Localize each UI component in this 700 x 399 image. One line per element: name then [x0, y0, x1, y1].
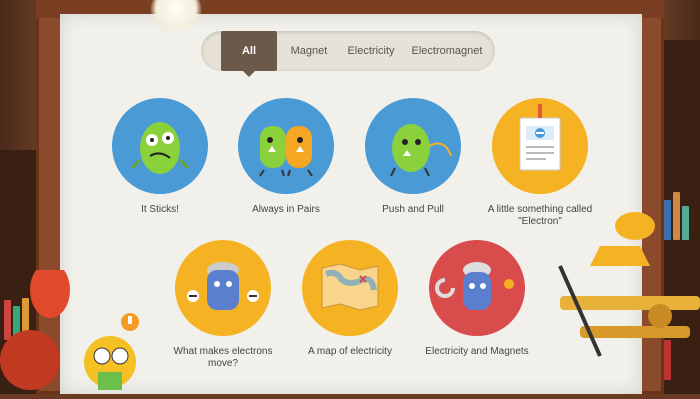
topic-map-of-electricity[interactable]: A map of electricity — [295, 240, 405, 358]
tab-all[interactable]: All — [221, 31, 277, 77]
battery-character-icon — [175, 240, 271, 336]
green-germ-sticky-icon — [112, 98, 208, 194]
map-icon — [302, 240, 398, 336]
topic-label: Always in Pairs — [252, 204, 320, 215]
category-tabs: All Magnet Electricity Electromagnet — [201, 31, 495, 77]
tab-electricity[interactable]: Electricity — [341, 41, 401, 61]
airplane-lamp-decoration-icon — [540, 206, 700, 394]
topic-always-in-pairs[interactable]: Always in Pairs — [231, 98, 341, 216]
magnet-character-icon — [429, 240, 525, 336]
tab-electromagnet[interactable]: Electromagnet — [407, 41, 487, 61]
topic-label: Electricity and Magnets — [425, 346, 529, 357]
topic-label: It Sticks! — [141, 204, 179, 215]
topic-it-sticks[interactable]: It Sticks! — [105, 98, 215, 216]
tab-magnet[interactable]: Magnet — [285, 41, 333, 61]
electron-poster-icon — [492, 98, 588, 194]
topic-label: Push and Pull — [382, 204, 444, 215]
topic-label: What makes electrons move? — [173, 346, 273, 369]
paired-characters-icon — [238, 98, 334, 194]
topic-what-makes-electrons-move[interactable]: What makes electrons move? — [168, 240, 278, 370]
topic-label: A map of electricity — [308, 346, 392, 357]
propeller-scientist-decoration-icon — [0, 262, 150, 394]
green-character-pushing-icon — [365, 98, 461, 194]
topic-electricity-and-magnets[interactable]: Electricity and Magnets — [422, 240, 532, 358]
topic-push-and-pull[interactable]: Push and Pull — [358, 98, 468, 216]
